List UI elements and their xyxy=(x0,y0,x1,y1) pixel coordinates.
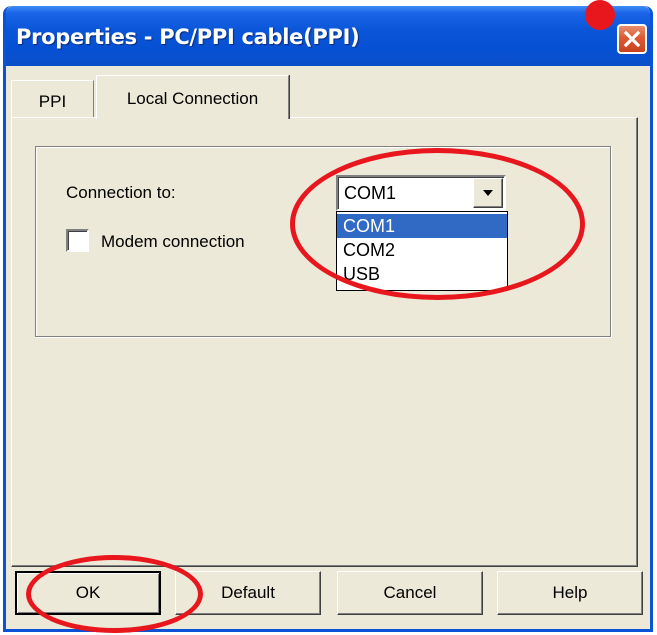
cancel-button-label: Cancel xyxy=(383,583,437,602)
tab-local-connection-label: Local Connection xyxy=(126,88,259,108)
dropdown-option-usb[interactable]: USB xyxy=(337,262,507,286)
connection-to-label: Connection to: xyxy=(66,183,176,202)
tab-ppi[interactable]: PPI xyxy=(11,80,94,120)
close-button[interactable] xyxy=(617,24,647,54)
close-icon xyxy=(623,30,641,48)
connection-select-value: COM1 xyxy=(344,183,397,203)
default-button-label: Default xyxy=(221,583,275,602)
help-button[interactable]: Help xyxy=(497,571,643,615)
chevron-down-icon xyxy=(483,190,493,196)
connection-select[interactable]: COM1 xyxy=(336,175,506,211)
annotation-arrow-dot xyxy=(585,0,615,30)
help-button-label: Help xyxy=(552,583,588,602)
modem-connection-label[interactable]: Modem connection xyxy=(101,232,245,252)
tab-local-connection[interactable]: Local Connection xyxy=(96,75,289,119)
default-button[interactable]: Default xyxy=(175,571,321,615)
dropdown-option-com1[interactable]: COM1 xyxy=(337,214,507,238)
title-bar[interactable]: Properties - PC/PPI cable(PPI) xyxy=(6,6,650,66)
ok-button-label: OK xyxy=(75,583,101,602)
dropdown-arrow-button[interactable] xyxy=(473,178,503,208)
cancel-button[interactable]: Cancel xyxy=(337,571,483,615)
window-title: Properties - PC/PPI cable(PPI) xyxy=(16,25,360,49)
modem-connection-checkbox[interactable] xyxy=(66,229,89,252)
dropdown-option-com2[interactable]: COM2 xyxy=(337,238,507,262)
ok-button[interactable]: OK xyxy=(15,571,161,615)
connection-dropdown-list: COM1 COM2 USB xyxy=(336,211,508,291)
tab-ppi-label: PPI xyxy=(38,91,67,111)
